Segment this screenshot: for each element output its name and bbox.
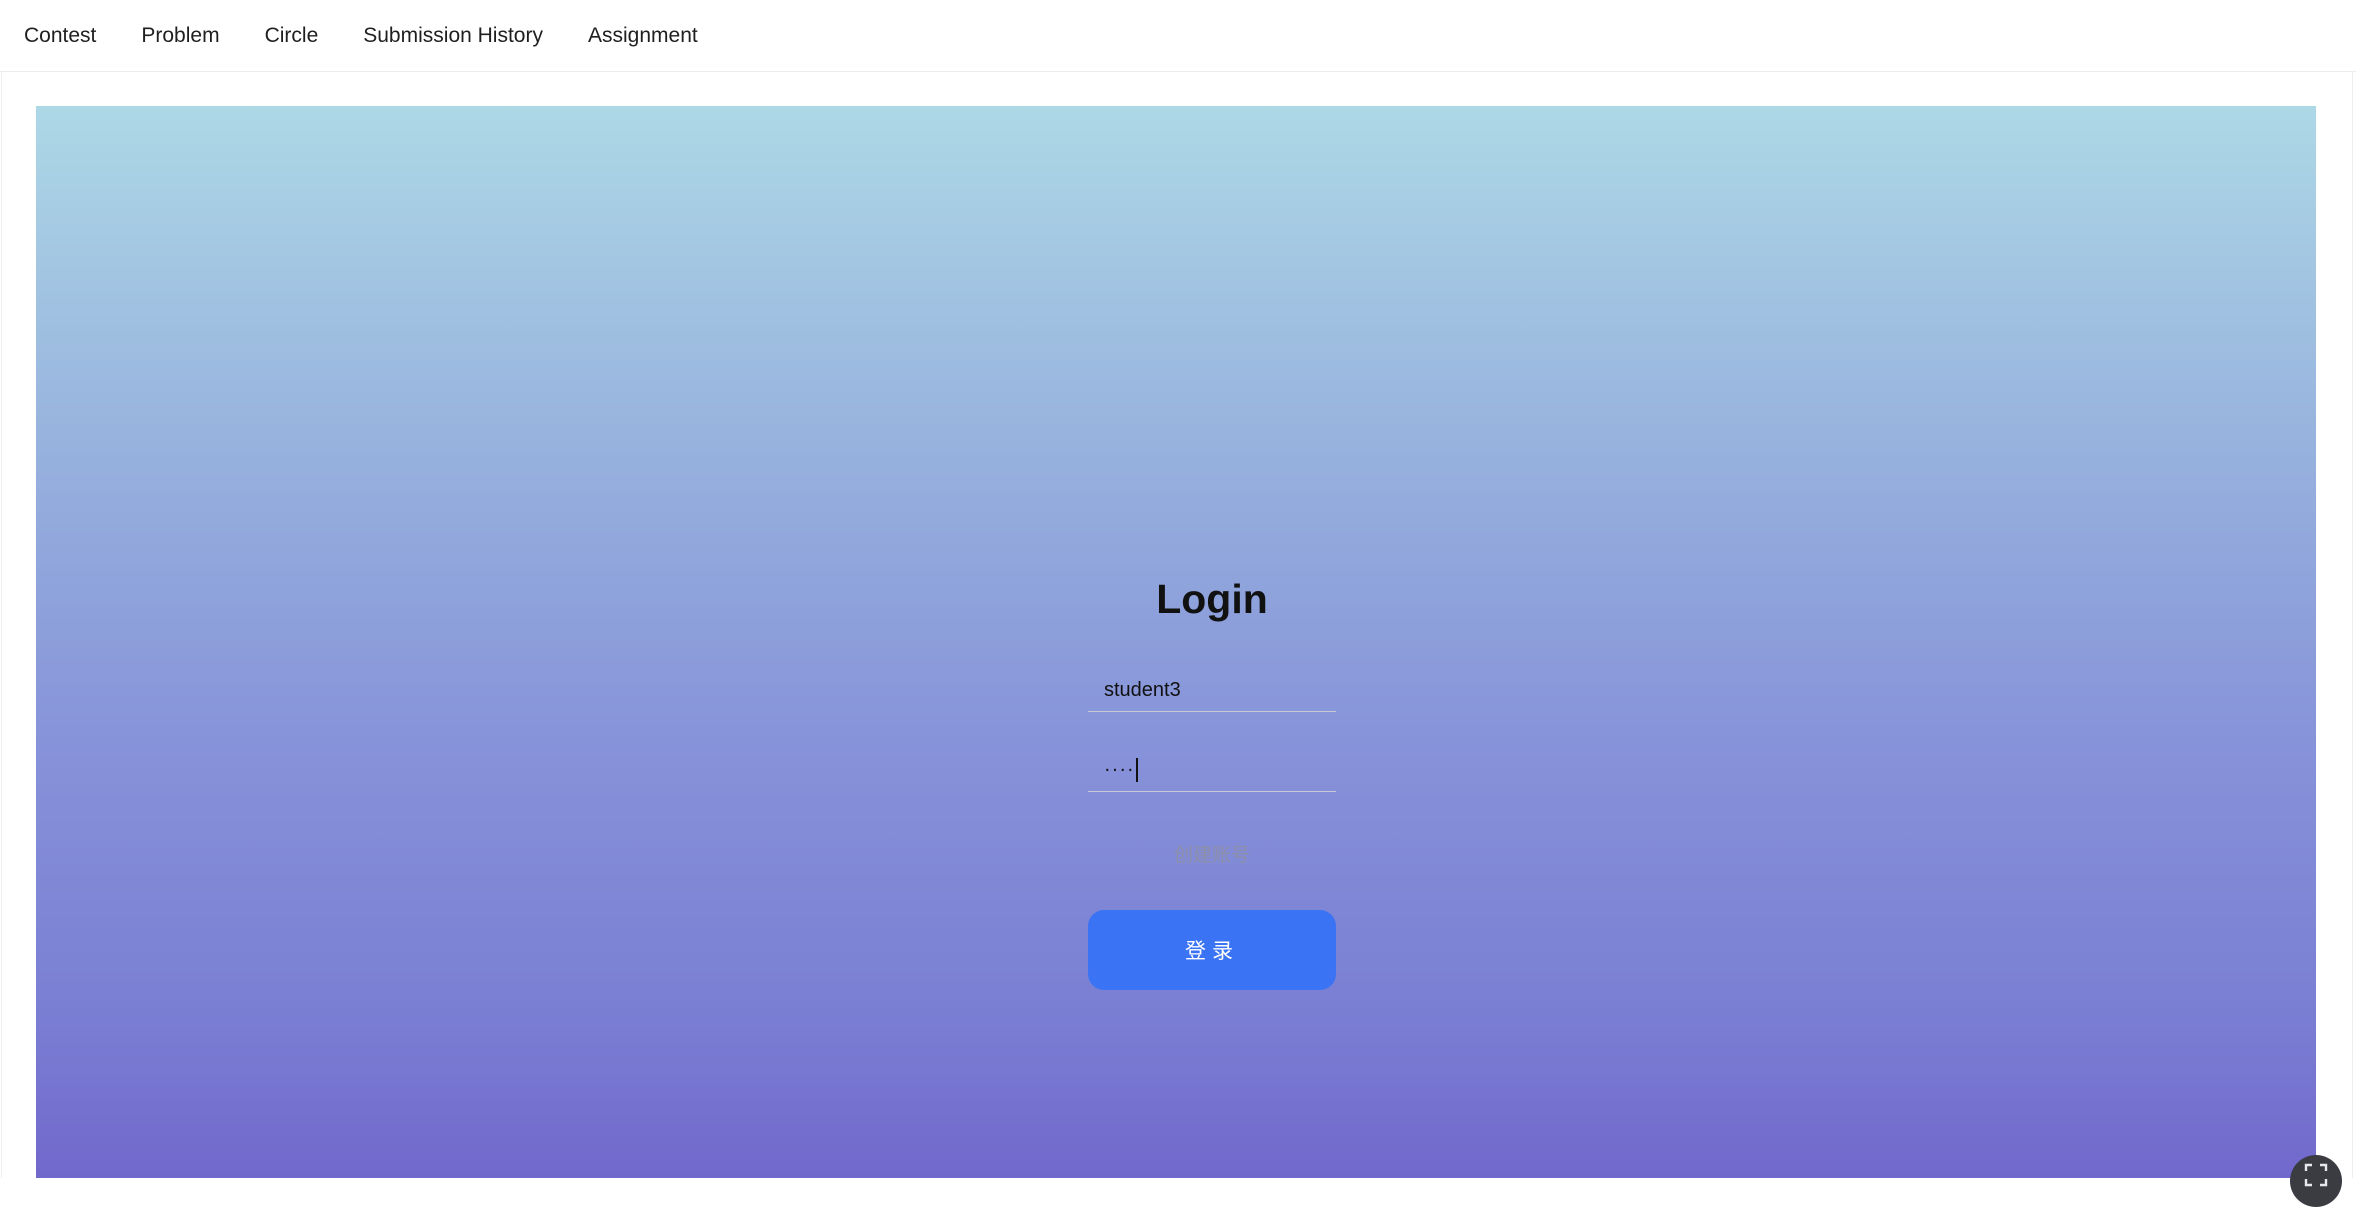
nav-item-contest[interactable]: Contest (24, 24, 96, 48)
fullscreen-button[interactable] (2290, 1155, 2342, 1207)
nav-item-circle[interactable]: Circle (265, 24, 319, 48)
top-navigation: Contest Problem Circle Submission Histor… (0, 0, 2356, 72)
login-button[interactable]: 登录 (1088, 910, 1336, 990)
password-input[interactable] (1088, 750, 1336, 792)
nav-item-submission-history[interactable]: Submission History (363, 24, 543, 48)
nav-item-assignment[interactable]: Assignment (588, 24, 698, 48)
fullscreen-icon (2304, 1163, 2328, 1187)
login-background: Login ···· 创建账号 登录 (36, 106, 2316, 1178)
create-account-link[interactable]: 创建账号 (1088, 840, 1336, 867)
login-title: Login (1156, 576, 1268, 622)
nav-item-problem[interactable]: Problem (141, 24, 219, 48)
username-input[interactable] (1088, 670, 1336, 712)
